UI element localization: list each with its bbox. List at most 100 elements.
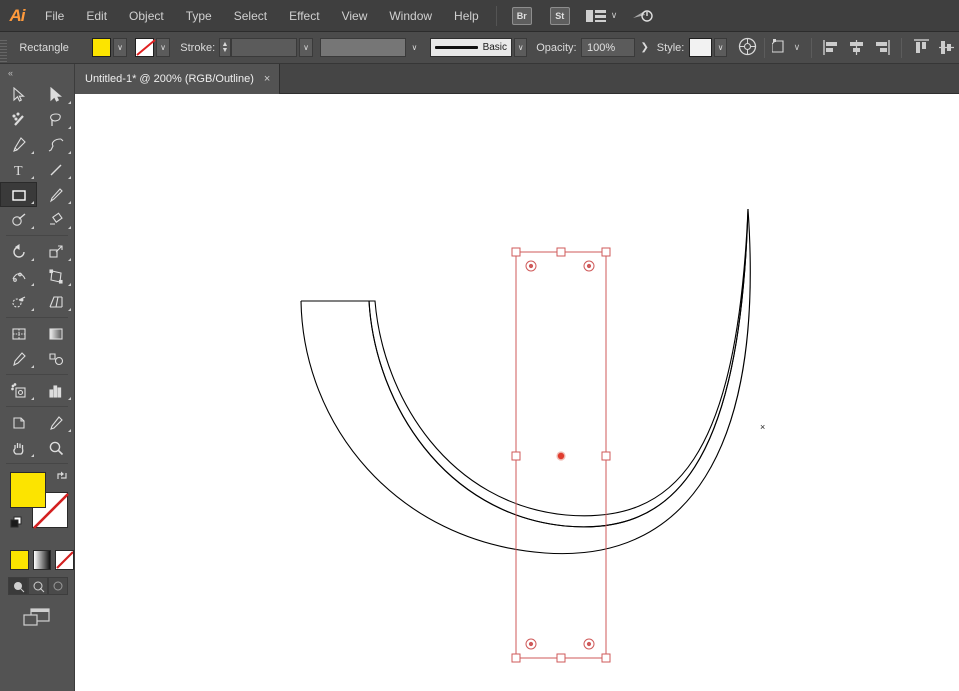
graphic-style-swatch[interactable] [689,38,712,57]
magic-wand-tool[interactable] [0,107,37,132]
rotate-tool[interactable] [0,239,37,264]
tools-grid: T [0,82,74,460]
width-tool[interactable] [0,264,37,289]
workspace-chevron-down-icon[interactable]: ∨ [611,10,618,21]
align-center-horizontal-icon[interactable] [848,39,865,56]
stroke-swatch-dropdown[interactable]: ∨ [156,38,169,57]
lasso-tool[interactable] [37,107,74,132]
brush-preview-icon [435,46,478,49]
brush-name-label: Basic [483,42,507,53]
shaper-tool[interactable] [0,207,37,232]
collapse-panel-icon[interactable]: « [0,64,74,82]
zoom-tool[interactable] [37,435,74,460]
rectangle-tool[interactable] [0,182,37,207]
pen-tool[interactable] [0,132,37,157]
brush-definition-field[interactable]: Basic [430,38,512,57]
mesh-tool[interactable] [0,321,37,346]
align-left-icon[interactable] [823,39,840,56]
align-right-icon[interactable] [873,39,890,56]
slice-tool[interactable] [37,410,74,435]
free-transform-tool[interactable] [37,264,74,289]
eraser-tool[interactable] [37,207,74,232]
stock-button[interactable]: St [550,7,570,25]
control-bar-grip[interactable] [0,32,7,64]
scale-tool[interactable] [37,239,74,264]
tool-flyout-indicator [31,283,34,286]
stroke-weight-dropdown[interactable]: ∨ [299,38,312,57]
align-divider-2 [901,38,902,58]
rectangle-selection-bounds[interactable] [512,248,610,662]
graphic-style-dropdown[interactable]: ∨ [714,38,727,57]
menu-help[interactable]: Help [443,0,490,32]
align-top-icon[interactable] [913,39,930,56]
menu-object[interactable]: Object [118,0,175,32]
menu-view[interactable]: View [331,0,379,32]
change-screen-mode-button[interactable] [0,607,74,629]
crescent-outer-arc[interactable] [301,209,750,554]
fill-color-swatch[interactable] [92,38,112,57]
crescent-arc-path[interactable] [301,209,748,527]
type-tool[interactable]: T [0,157,37,182]
perspective-grid-tool[interactable] [37,289,74,314]
menu-window[interactable]: Window [378,0,443,32]
tool-flyout-indicator [31,454,34,457]
stroke-color-swatch[interactable] [135,38,155,57]
stroke-profile-dropdown[interactable]: ∨ [408,38,421,57]
shape-builder-tool[interactable] [0,289,37,314]
menu-select[interactable]: Select [223,0,278,32]
tool-flyout-indicator [31,308,34,311]
default-fill-stroke-icon[interactable] [10,516,22,528]
symbol-sprayer-tool[interactable] [0,378,37,403]
opacity-input[interactable]: 100% [581,38,635,57]
tool-flyout-indicator [31,151,34,154]
eyedropper-tool[interactable] [0,346,37,371]
align-center-vertical-icon[interactable] [938,39,955,56]
menu-effect[interactable]: Effect [278,0,330,32]
line-segment-tool[interactable] [37,157,74,182]
tool-flyout-indicator [68,429,71,432]
stroke-weight-stepper[interactable]: ▲▼ [219,38,231,57]
curvature-tool[interactable] [37,132,74,157]
align-divider [811,38,812,58]
fill-swatch[interactable] [10,472,46,508]
recolor-artwork-icon[interactable] [738,37,757,59]
search-adobe-icon[interactable] [631,6,655,26]
shape-transform-chevron-icon[interactable]: ∨ [794,42,801,53]
stroke-weight-input[interactable] [231,38,298,57]
bridge-button[interactable]: Br [512,7,532,25]
blend-tool[interactable] [37,346,74,371]
paintbrush-tool[interactable] [37,182,74,207]
menu-edit[interactable]: Edit [75,0,118,32]
brush-definition-dropdown[interactable]: ∨ [514,38,527,57]
swap-fill-stroke-icon[interactable] [56,470,68,482]
selection-type-label: Rectangle [19,42,69,54]
draw-inside-button[interactable] [48,577,68,595]
draw-behind-button[interactable] [28,577,48,595]
gradient-mode-button[interactable] [33,550,52,570]
menu-type[interactable]: Type [175,0,223,32]
document-tab[interactable]: Untitled-1* @ 200% (RGB/Outline) × [75,64,280,94]
column-graph-tool[interactable] [37,378,74,403]
app-logo: Ai [0,0,34,32]
tool-divider [6,235,68,236]
direct-selection-tool[interactable] [37,82,74,107]
tool-flyout-indicator [68,308,71,311]
none-mode-button[interactable] [55,550,74,570]
stroke-profile-input[interactable] [320,38,406,57]
workspace-switcher-icon[interactable] [585,8,607,24]
gradient-tool[interactable] [37,321,74,346]
shape-transform-icon[interactable] [772,38,790,58]
hand-tool[interactable] [0,435,37,460]
selection-tool[interactable] [0,82,37,107]
tool-flyout-indicator [31,226,34,229]
tool-flyout-indicator [31,176,34,179]
menu-file[interactable]: File [34,0,75,32]
draw-normal-button[interactable] [8,577,28,595]
artboard-tool[interactable] [0,410,37,435]
opacity-expand-arrow-icon[interactable]: ❯ [640,42,648,53]
close-icon[interactable]: × [264,73,270,85]
tool-divider-2 [6,317,68,318]
artboard-canvas[interactable]: × [75,94,959,691]
color-mode-button[interactable] [10,550,29,570]
fill-swatch-dropdown[interactable]: ∨ [113,38,126,57]
